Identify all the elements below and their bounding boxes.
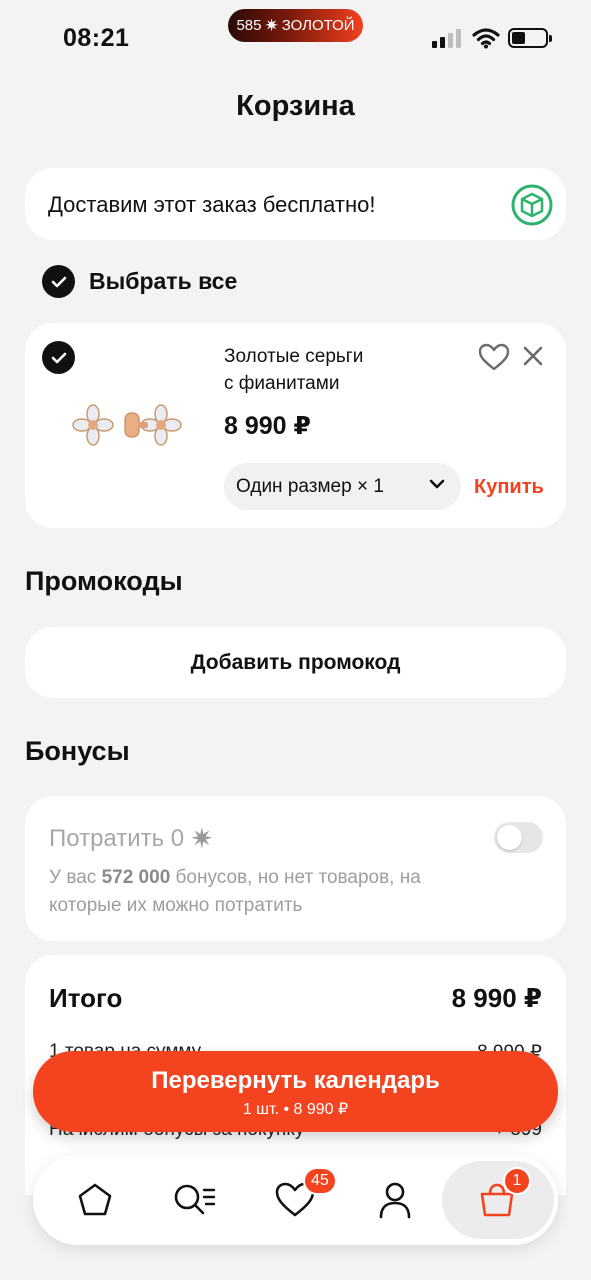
spend-bonus-title: Потратить 0 ✷ xyxy=(49,822,214,855)
favorites-badge: 45 xyxy=(303,1167,337,1195)
product-image[interactable] xyxy=(65,395,195,455)
wifi-icon xyxy=(472,28,500,49)
tab-home[interactable] xyxy=(68,1173,122,1227)
signal-icon xyxy=(432,29,461,48)
total-label: Итого xyxy=(49,983,123,1013)
select-all-label: Выбрать все xyxy=(89,268,238,294)
bonus-amount: 572 000 xyxy=(101,867,171,888)
size-quantity-dropdown[interactable]: Один размер × 1 xyxy=(224,463,461,510)
close-icon[interactable] xyxy=(522,345,544,367)
select-all-row[interactable]: Выбрать все xyxy=(42,265,237,298)
bottom-tab-bar: 45 1 xyxy=(33,1155,558,1245)
sparkle-icon: ✷ xyxy=(264,15,279,35)
home-icon xyxy=(78,1183,112,1216)
add-promocode-button[interactable]: Добавить промокод xyxy=(25,627,566,698)
bonus-desc-prefix: У вас xyxy=(49,867,102,888)
page-title: Корзина xyxy=(236,90,355,122)
product-name-line1: Золотые серьги xyxy=(224,346,364,367)
cart-badge: 1 xyxy=(503,1167,531,1195)
heart-icon[interactable] xyxy=(478,343,510,371)
delivery-text: Доставим этот заказ бесплатно! xyxy=(48,192,376,217)
spend-bonus-label: Потратить 0 xyxy=(49,824,185,852)
product-name-line2: с фианитами xyxy=(224,373,340,394)
promocodes-heading: Промокоды xyxy=(25,566,183,596)
cart-item-card: Золотые серьги с фианитами 8 990 ₽ Один … xyxy=(25,323,566,528)
select-all-checkbox[interactable] xyxy=(42,265,75,298)
status-bar: 08:21 585 ✷ ЗОЛОТОЙ xyxy=(0,0,591,70)
island-right-text: ЗОЛОТОЙ xyxy=(281,17,355,34)
item-checkbox[interactable] xyxy=(42,341,75,374)
dynamic-island-badge: 585 ✷ ЗОЛОТОЙ xyxy=(228,9,363,42)
sparkle-icon: ✷ xyxy=(190,823,214,854)
buy-button[interactable]: Купить xyxy=(474,476,544,499)
bonus-description: У вас 572 000 бонусов, но нет товаров, н… xyxy=(49,864,489,920)
checkout-sub: 1 шт. • 8 990 ₽ xyxy=(242,1101,349,1118)
tab-catalog[interactable] xyxy=(168,1173,222,1227)
status-time: 08:21 xyxy=(63,24,130,52)
box-icon xyxy=(511,184,553,226)
user-icon xyxy=(379,1182,411,1219)
spend-bonus-toggle[interactable] xyxy=(494,822,543,853)
total-value: 8 990 ₽ xyxy=(451,983,542,1013)
bonus-card: Потратить 0 ✷ У вас 572 000 бонусов, но … xyxy=(25,796,566,941)
island-left-text: 585 xyxy=(236,17,262,34)
search-list-icon xyxy=(174,1184,216,1215)
battery-icon xyxy=(508,28,552,48)
check-icon xyxy=(51,352,66,363)
checkout-label: Перевернуть календарь xyxy=(151,1067,440,1094)
tab-profile[interactable] xyxy=(368,1173,422,1227)
free-delivery-banner: Доставим этот заказ бесплатно! xyxy=(25,168,566,240)
checkout-button[interactable]: Перевернуть календарь 1 шт. • 8 990 ₽ xyxy=(33,1051,558,1132)
product-price: 8 990 ₽ xyxy=(224,412,311,440)
bonuses-heading: Бонусы xyxy=(25,736,130,766)
size-quantity-label: Один размер × 1 xyxy=(236,475,384,497)
product-name[interactable]: Золотые серьги с фианитами xyxy=(224,343,424,397)
check-icon xyxy=(51,276,66,287)
chevron-down-icon xyxy=(429,479,445,489)
